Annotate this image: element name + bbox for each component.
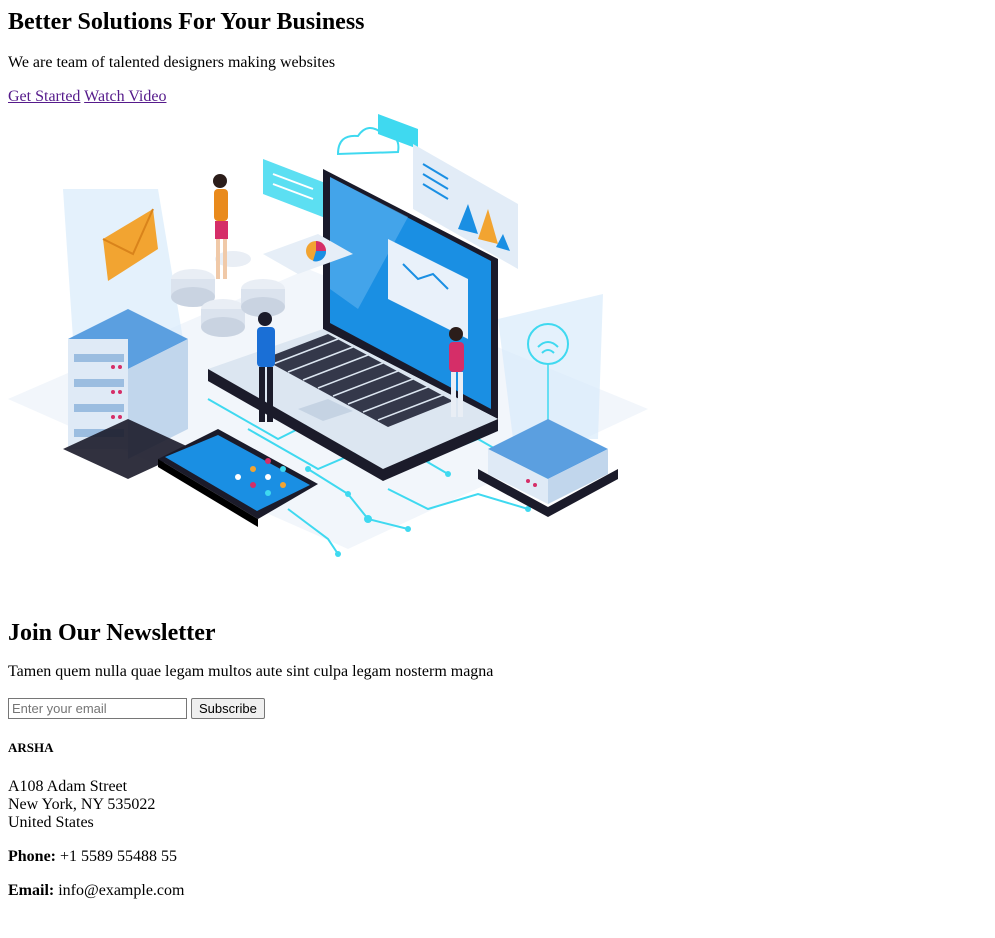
address-line-2: New York, NY 535022 xyxy=(8,796,156,813)
newsletter-title: Join Our Newsletter xyxy=(8,620,216,646)
email-label: Email: xyxy=(8,882,55,899)
newsletter-form: Subscribe xyxy=(8,698,987,719)
email-value: info@example.com xyxy=(58,882,185,899)
phone-label: Phone: xyxy=(8,848,56,865)
hero-subtitle: We are team of talented designers making… xyxy=(8,54,336,71)
hero-illustration xyxy=(8,114,648,557)
page: Better Solutions For Your Business We ar… xyxy=(0,0,995,900)
email-input[interactable] xyxy=(8,698,187,719)
watch-video-link[interactable]: Watch Video xyxy=(84,88,166,105)
footer-brand: ARSHA xyxy=(8,740,54,755)
address-line-1: A108 Adam Street xyxy=(8,778,128,795)
footer-address: A108 Adam Street New York, NY 535022 Uni… xyxy=(8,778,987,832)
footer-email: Email: info@example.com xyxy=(8,882,987,900)
phone-value: +1 5589 55488 55 xyxy=(60,848,178,865)
address-line-3: United States xyxy=(8,814,94,831)
hero-links: Get Started Watch Video xyxy=(8,87,987,107)
subscribe-button[interactable]: Subscribe xyxy=(191,698,265,719)
footer-phone: Phone: +1 5589 55488 55 xyxy=(8,848,987,866)
newsletter-subtitle: Tamen quem nulla quae legam multos aute … xyxy=(8,663,494,680)
get-started-link[interactable]: Get Started xyxy=(8,88,80,105)
hero-title: Better Solutions For Your Business xyxy=(8,9,365,35)
